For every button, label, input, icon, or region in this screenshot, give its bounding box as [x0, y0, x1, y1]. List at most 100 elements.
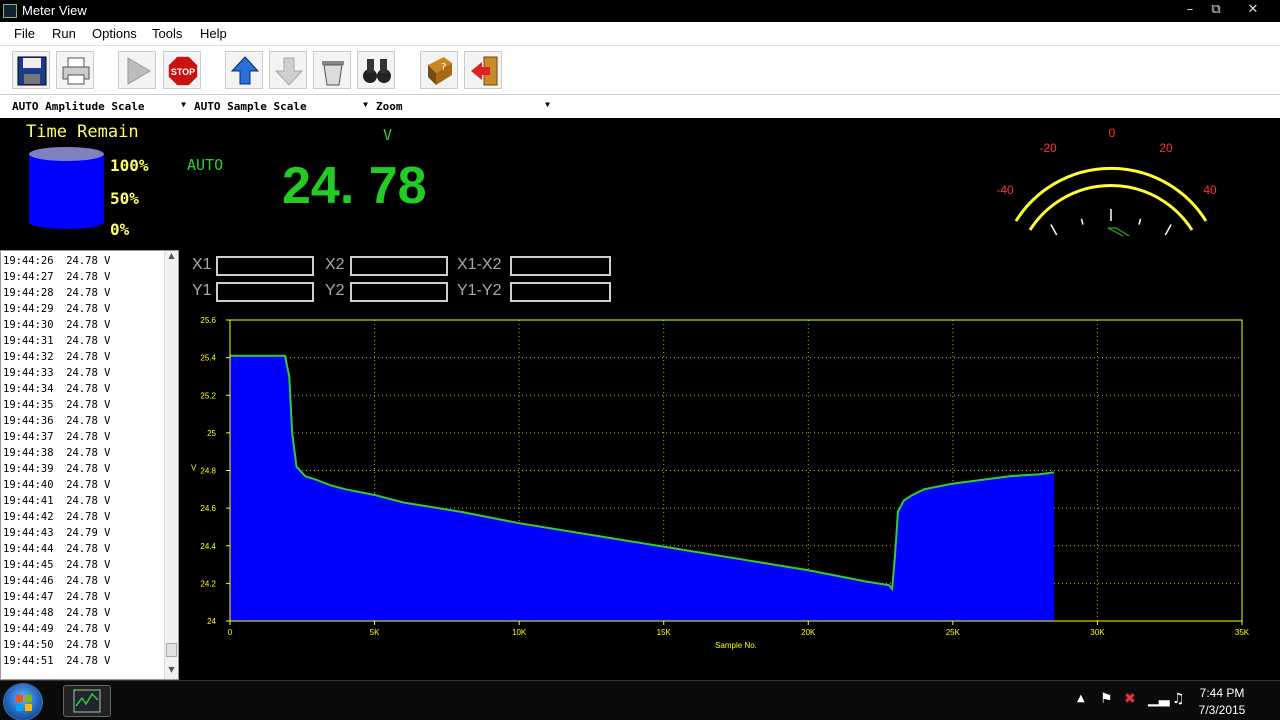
help-button[interactable]: ?	[420, 51, 458, 89]
show-hidden-icons[interactable]: ▲	[1077, 693, 1085, 704]
print-button[interactable]	[56, 51, 94, 89]
log-row[interactable]: 19:44:41 24.78 V	[3, 493, 110, 509]
clear-button[interactable]	[313, 51, 351, 89]
log-row[interactable]: 19:44:44 24.78 V	[3, 541, 110, 557]
voltage-chart[interactable]: 0 5K 10K 15K 20K 25K 30K 35K 24 24.2 24.4 24.6 24.8 2…	[185, 313, 1265, 658]
gauge-tick	[1138, 218, 1142, 225]
analog-gauge: -40 -20 0 20 40	[996, 126, 1217, 236]
y2-value-field	[350, 282, 448, 302]
network-error-icon[interactable]: ✖	[1124, 691, 1136, 707]
log-row[interactable]: 19:44:36 24.78 V	[3, 413, 110, 429]
x-axis-label: Sample No.	[715, 641, 757, 650]
y-tick-label: 24.4	[200, 542, 216, 551]
find-button[interactable]	[357, 51, 395, 89]
save-icon	[17, 56, 47, 86]
gauge-tick	[1050, 224, 1058, 236]
unit-label: V	[383, 126, 393, 144]
exit-button[interactable]	[464, 51, 502, 89]
log-row[interactable]: 19:44:27 24.78 V	[3, 269, 110, 285]
arrow-up-icon	[230, 56, 260, 85]
y-tick-label: 24.2	[200, 579, 216, 588]
start-button[interactable]	[3, 683, 43, 720]
title-bar: Meter View – ⧉ ✕	[0, 0, 1280, 22]
close-button[interactable]: ✕	[1230, 0, 1276, 19]
trash-icon	[322, 61, 344, 86]
x1-label: X1	[192, 256, 212, 273]
stop-button[interactable]: STOP	[163, 51, 201, 89]
scroll-thumb[interactable]	[166, 643, 177, 657]
log-row[interactable]: 19:44:48 24.78 V	[3, 605, 110, 621]
scroll-down-icon[interactable]: ▼	[165, 665, 178, 679]
log-row[interactable]: 19:44:45 24.78 V	[3, 557, 110, 573]
log-row[interactable]: 19:44:40 24.78 V	[3, 477, 110, 493]
menu-help[interactable]: Help	[200, 26, 227, 41]
taskbar-meter-app[interactable]	[63, 685, 111, 717]
log-row[interactable]: 19:44:31 24.78 V	[3, 333, 110, 349]
signal-icon[interactable]: ▁▃	[1148, 691, 1170, 707]
log-row[interactable]: 19:44:46 24.78 V	[3, 573, 110, 589]
log-row[interactable]: 19:44:32 24.78 V	[3, 349, 110, 365]
svg-text:?: ?	[441, 62, 446, 73]
log-row[interactable]: 19:44:34 24.78 V	[3, 381, 110, 397]
action-center-icon[interactable]: ⚑	[1100, 691, 1113, 707]
log-row[interactable]: 19:44:39 24.78 V	[3, 461, 110, 477]
taskbar-date[interactable]: 7/3/2015	[1192, 703, 1252, 717]
x-tick-label: 25K	[946, 628, 961, 637]
y-tick-label: 25.6	[200, 316, 216, 325]
log-row[interactable]: 19:44:51 24.78 V	[3, 653, 110, 669]
stop-icon: STOP	[167, 55, 199, 87]
x1x2-value-field	[510, 256, 611, 276]
log-scrollbar[interactable]: ▲ ▼	[164, 251, 178, 679]
play-icon	[127, 57, 151, 85]
amplitude-scale-select[interactable]: AUTO Amplitude Scale ▼	[10, 98, 188, 116]
log-row[interactable]: 19:44:30 24.78 V	[3, 317, 110, 333]
log-row[interactable]: 19:44:38 24.78 V	[3, 445, 110, 461]
menu-run[interactable]: Run	[52, 26, 76, 41]
menu-file[interactable]: File	[14, 26, 35, 41]
toolbar: STOP ?	[0, 45, 1280, 94]
run-button[interactable]	[118, 51, 156, 89]
log-row[interactable]: 19:44:26 24.78 V	[3, 253, 110, 269]
maximize-button[interactable]: ⧉	[1202, 0, 1230, 19]
log-row[interactable]: 19:44:33 24.78 V	[3, 365, 110, 381]
y-tick-label: 25.4	[200, 354, 216, 363]
log-row[interactable]: 19:44:50 24.78 V	[3, 637, 110, 653]
save-button[interactable]	[12, 51, 50, 89]
log-row[interactable]: 19:44:49 24.78 V	[3, 621, 110, 637]
x2-label: X2	[325, 256, 345, 273]
zoom-select[interactable]: Zoom ▼	[374, 98, 552, 116]
meter-panel: Time Remain 100% 50% 0% AUTO V 24. 78 -4…	[0, 118, 1280, 680]
stop-label: STOP	[171, 67, 195, 77]
voltage-readout: 24. 78	[282, 157, 427, 215]
volume-muted-icon[interactable]: ♫	[1172, 691, 1185, 707]
battery-level-icon	[29, 147, 104, 229]
log-row[interactable]: 19:44:28 24.78 V	[3, 285, 110, 301]
arrow-down-icon	[274, 57, 304, 86]
log-row[interactable]: 19:44:29 24.78 V	[3, 301, 110, 317]
log-rows: 19:44:26 24.78 V 19:44:27 24.78 V 19:44:28…	[3, 253, 110, 669]
gauge-tick-label: -40	[996, 183, 1014, 197]
reading-log-list[interactable]: 19:44:26 24.78 V 19:44:27 24.78 V 19:44:28…	[0, 250, 179, 680]
menu-tools[interactable]: Tools	[152, 26, 182, 41]
log-row[interactable]: 19:44:47 24.78 V	[3, 589, 110, 605]
chevron-down-icon: ▼	[181, 100, 186, 109]
y-axis-label: V	[191, 464, 197, 473]
arrow-down-button[interactable]	[269, 51, 307, 89]
level-0: 0%	[110, 220, 130, 239]
menu-options[interactable]: Options	[92, 26, 137, 41]
x2-value-field	[350, 256, 448, 276]
scroll-up-icon[interactable]: ▲	[165, 251, 178, 265]
taskbar-time[interactable]: 7:44 PM	[1192, 686, 1252, 700]
log-row[interactable]: 19:44:42 24.78 V	[3, 509, 110, 525]
log-row[interactable]: 19:44:37 24.78 V	[3, 429, 110, 445]
sample-scale-select[interactable]: AUTO Sample Scale ▼	[192, 98, 370, 116]
y1y2-value-field	[510, 282, 611, 302]
x-tick-label: 30K	[1090, 628, 1105, 637]
log-row[interactable]: 19:44:43 24.79 V	[3, 525, 110, 541]
arrow-up-button[interactable]	[225, 51, 263, 89]
y2-label: Y2	[325, 282, 345, 299]
x-tick-label: 10K	[512, 628, 527, 637]
log-row[interactable]: 19:44:35 24.78 V	[3, 397, 110, 413]
minimize-button[interactable]: –	[1176, 0, 1204, 19]
menu-bar: File Run Options Tools Help	[0, 22, 1280, 45]
